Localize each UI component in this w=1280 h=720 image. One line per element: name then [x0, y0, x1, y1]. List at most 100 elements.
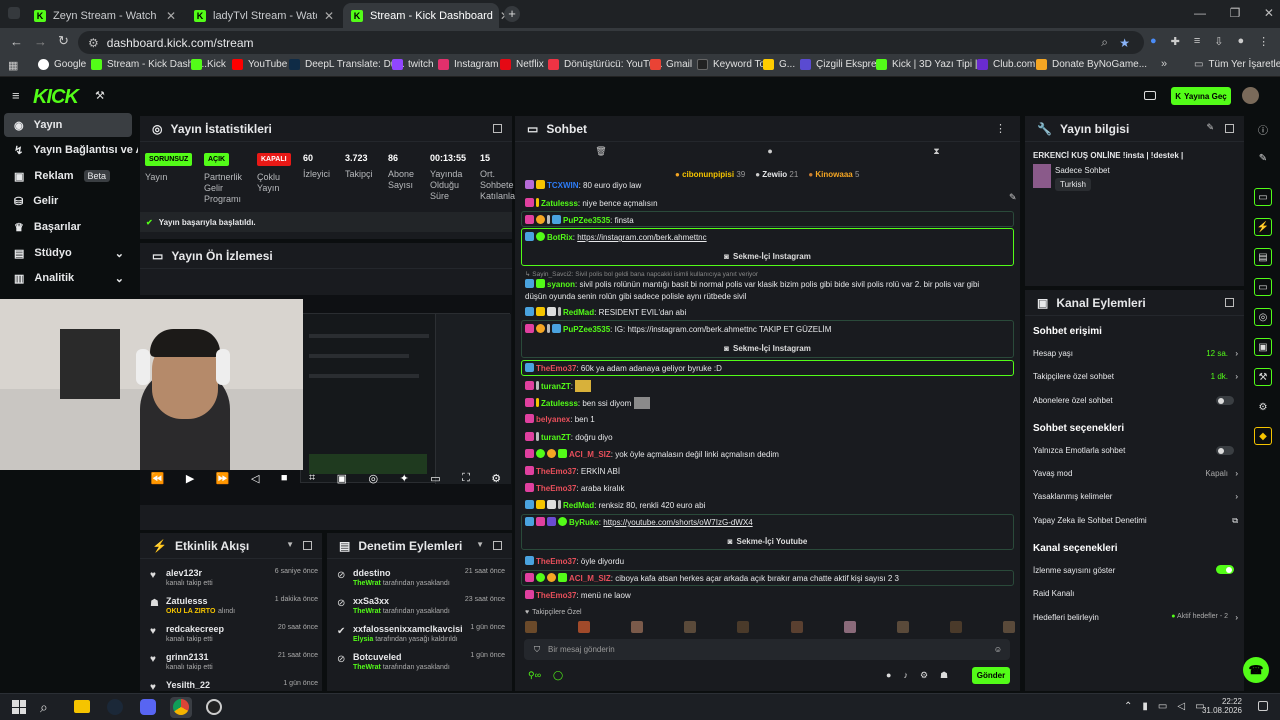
back-icon[interactable]: ←: [10, 34, 23, 49]
emote-only-toggle[interactable]: [1216, 446, 1234, 455]
inline-instagram-button[interactable]: ◙ Sekme-İçi Instagram: [520, 339, 1015, 357]
bookmark[interactable]: Club.com: [977, 59, 1035, 70]
bookmark[interactable]: Stream - Kick Dashb...: [91, 59, 207, 70]
hammer-icon[interactable]: ⚒: [95, 89, 105, 102]
trash-icon[interactable]: 🗑: [595, 146, 606, 162]
steam-icon[interactable]: [107, 699, 123, 715]
sidebar-item-reklam[interactable]: ▣ Reklam Beta: [4, 164, 132, 188]
bookmark[interactable]: Kick | 3D Yazı Tipi |...: [876, 59, 986, 70]
emote-image[interactable]: [737, 621, 750, 633]
chat-username[interactable]: Zatulesss: [541, 199, 578, 208]
volume-icon[interactable]: ◁: [1177, 701, 1185, 712]
close-tab-icon[interactable]: ✕: [324, 9, 334, 23]
moderator-name[interactable]: TheWrat: [353, 608, 381, 615]
play-icon[interactable]: ▶: [186, 472, 194, 485]
chat-icon[interactable]: ▭: [1254, 278, 1272, 296]
bookmark[interactable]: DeepL Translate: Dü...: [289, 59, 405, 70]
list-icon[interactable]: ▤: [1254, 248, 1272, 266]
chat-username[interactable]: TheEmo37: [536, 484, 576, 493]
ai-moderation-row[interactable]: Yapay Zeka ile Sohbet Denetimi ⧉: [1033, 516, 1238, 525]
edit-icon[interactable]: ✎: [1206, 122, 1214, 133]
menu-icon[interactable]: ⋮: [1258, 35, 1269, 48]
hamburger-menu-icon[interactable]: ≡: [12, 88, 20, 103]
chat-username[interactable]: PuPZee3535: [563, 216, 610, 225]
settings-icon[interactable]: ◎: [369, 472, 379, 485]
bot-icon[interactable]: ☗: [940, 670, 948, 681]
bookmark[interactable]: Donate ByNoGame...: [1036, 59, 1147, 70]
bookmark[interactable]: YouTube: [232, 59, 287, 70]
sidebar-item-studyo[interactable]: ▤ Stüdyo ⌄: [4, 241, 132, 265]
chat-username[interactable]: RedMad: [563, 308, 594, 317]
pin-icon[interactable]: ◆: [1254, 427, 1272, 445]
inline-youtube-button[interactable]: ◙ Sekme-İçi Youtube: [520, 532, 1015, 550]
minimize-icon[interactable]: —: [1194, 6, 1206, 20]
chat-bubble-icon[interactable]: ●: [886, 670, 891, 681]
profile-icon[interactable]: ●: [1238, 35, 1245, 48]
moderation-user[interactable]: ddestino: [353, 568, 391, 578]
emote-image[interactable]: [631, 621, 644, 633]
more-options-icon[interactable]: ⋮: [995, 122, 1006, 135]
moderation-user[interactable]: Botcuveled: [353, 652, 402, 662]
media-icon[interactable]: ≡: [1194, 35, 1200, 48]
bookmark-star-icon[interactable]: ★: [1119, 36, 1130, 50]
more-bookmarks-icon[interactable]: »: [1161, 58, 1167, 70]
emote-image[interactable]: [790, 621, 803, 633]
bookmark[interactable]: Kick: [191, 59, 226, 70]
expand-icon[interactable]: [303, 541, 312, 550]
gear-icon[interactable]: ⚙: [920, 670, 928, 681]
go-live-button[interactable]: K Yayına Geç: [1171, 87, 1231, 105]
timer-icon[interactable]: ◯: [553, 670, 563, 681]
category-name[interactable]: Sadece Sohbet: [1055, 166, 1110, 175]
raid-row[interactable]: Raid Kanalı: [1033, 589, 1238, 598]
emote-image[interactable]: [896, 621, 909, 633]
gear-icon[interactable]: ⚙: [491, 472, 501, 485]
chat-username[interactable]: TheEmo37: [536, 364, 576, 373]
expand-icon[interactable]: [493, 124, 502, 133]
activity-user[interactable]: redcakecreep: [166, 624, 224, 634]
follower-chat-row[interactable]: Takipçilere özel sohbet 1 dk. ›: [1033, 372, 1238, 381]
mic-icon[interactable]: ▮: [1142, 701, 1148, 712]
close-tab-icon[interactable]: ✕: [166, 9, 176, 23]
chat-username[interactable]: RedMad: [563, 501, 594, 510]
slow-mode-row[interactable]: Yavaş mod Kapalı ›: [1033, 469, 1238, 478]
discord-icon[interactable]: [140, 699, 156, 715]
bookmark[interactable]: Instagram: [438, 59, 498, 70]
chat-username[interactable]: TheEmo37: [536, 557, 576, 566]
chat-link[interactable]: https://instagram.com/berk.ahmettnc: [577, 233, 706, 242]
close-window-icon[interactable]: ✕: [1264, 6, 1274, 20]
moderation-user[interactable]: xxSa3xx: [353, 596, 389, 606]
chat-username[interactable]: ACI_M_SIZ: [569, 574, 611, 583]
url-bar[interactable]: ⚙ dashboard.kick.com/stream ⌕ ★: [78, 31, 1144, 54]
chat-username[interactable]: TheEmo37: [536, 467, 576, 476]
downloads-icon[interactable]: ⇩: [1214, 35, 1223, 48]
maximize-icon[interactable]: ❐: [1230, 6, 1241, 20]
chat-username[interactable]: Zatulesss: [541, 399, 578, 408]
speech-icon[interactable]: ●: [767, 146, 772, 162]
chat-username[interactable]: belyanex: [536, 415, 570, 424]
hourglass-icon[interactable]: ⧗: [933, 146, 939, 162]
sparkle-icon[interactable]: ✦: [400, 472, 409, 485]
bell-icon[interactable]: ♪: [903, 670, 908, 681]
chat-username[interactable]: turanZT: [541, 382, 571, 391]
moderator-name[interactable]: Elysia: [353, 636, 373, 643]
extension-icon[interactable]: ●: [1150, 35, 1157, 48]
chat-username[interactable]: turanZT: [541, 433, 571, 442]
gifter[interactable]: ● Zewiio 21: [755, 170, 798, 179]
rewind-icon[interactable]: ⏪: [151, 472, 165, 485]
panel-toggle-icon[interactable]: ▭: [1254, 188, 1272, 206]
chat-username[interactable]: ACI_M_SIZ: [569, 450, 611, 459]
bookmark[interactable]: Keyword Tool: [697, 59, 773, 70]
account-age-row[interactable]: Hesap yaşı 12 sa. ›: [1033, 349, 1238, 358]
sidebar-item-gelir[interactable]: ⛁ Gelir: [4, 189, 132, 213]
moderation-user[interactable]: xxfalossenixxamclkavcisi: [353, 624, 463, 634]
sidebar-item-stream-key[interactable]: ↯ Yayın Bağlantısı ve Anahtarı: [4, 138, 138, 162]
fullscreen-icon[interactable]: ⛶: [462, 472, 470, 485]
info-icon[interactable]: ⓘ: [1254, 120, 1272, 138]
emote-image[interactable]: [843, 621, 856, 633]
expand-icon[interactable]: [493, 541, 502, 550]
bookmark[interactable]: Gmail: [650, 59, 692, 70]
emoji-icon[interactable]: ☺: [994, 645, 1002, 654]
camera-icon[interactable]: ■: [281, 472, 288, 484]
gifter[interactable]: ● Kinowaaa 5: [808, 170, 859, 179]
clock[interactable]: 22:22 31.08.2026: [1200, 697, 1242, 715]
